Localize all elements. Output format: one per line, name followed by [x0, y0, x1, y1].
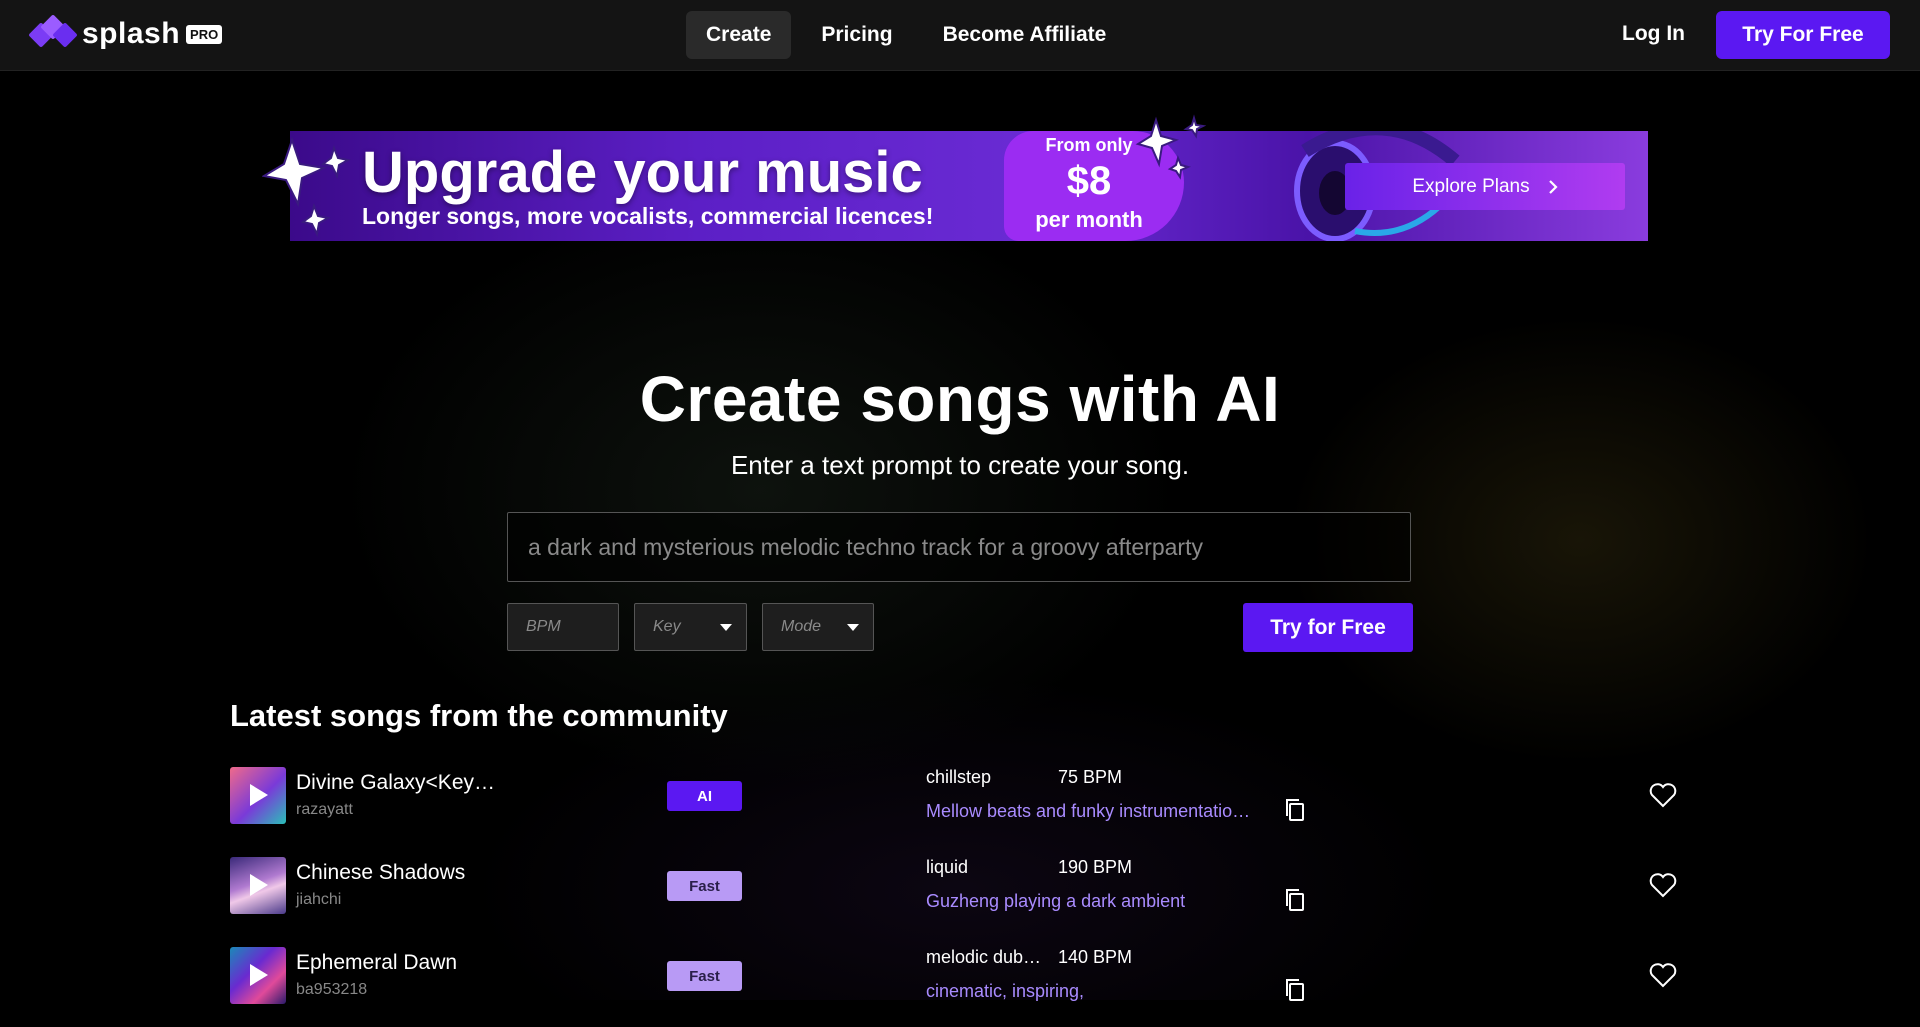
- song-description[interactable]: Mellow beats and funky instrumentatio…: [926, 801, 1250, 822]
- banner-title: Upgrade your music: [362, 140, 923, 205]
- song-row[interactable]: Chinese Shadows jiahchi Fast liquid 190 …: [0, 857, 1920, 937]
- explore-plans-label: Explore Plans: [1412, 175, 1530, 197]
- price-badge: From only $8 per month: [1004, 131, 1184, 241]
- play-icon[interactable]: [250, 874, 268, 896]
- caret-down-icon: [720, 624, 732, 631]
- try-for-free-nav-button[interactable]: Try For Free: [1716, 11, 1890, 59]
- hero-title: Create songs with AI: [639, 363, 1281, 435]
- song-user[interactable]: razayatt: [296, 801, 353, 819]
- nav-pricing[interactable]: Pricing: [801, 11, 912, 59]
- bpm-placeholder: BPM: [526, 618, 561, 635]
- price-from: From only: [1045, 135, 1133, 155]
- song-title[interactable]: Ephemeral Dawn: [296, 951, 457, 975]
- play-icon[interactable]: [250, 964, 268, 986]
- community-section-title: Latest songs from the community: [230, 698, 728, 733]
- copy-icon[interactable]: [1282, 887, 1308, 913]
- caret-down-icon: [847, 624, 859, 631]
- heart-icon[interactable]: [1649, 962, 1677, 988]
- splash-logo-icon: [28, 14, 78, 51]
- song-prompt-input[interactable]: [507, 512, 1411, 582]
- key-select[interactable]: Key: [634, 603, 747, 651]
- try-for-free-button[interactable]: Try for Free: [1243, 603, 1413, 652]
- price-amount: $8: [1066, 159, 1112, 203]
- nav-links: Create Pricing Become Affiliate: [686, 11, 1126, 59]
- song-genre: chillstep: [926, 767, 992, 787]
- song-genre: melodic dub…: [926, 947, 1042, 967]
- upgrade-banner[interactable]: Upgrade your music Longer songs, more vo…: [290, 131, 1648, 241]
- song-thumbnail[interactable]: [230, 767, 286, 824]
- play-icon[interactable]: [250, 784, 268, 806]
- song-tag: AI: [667, 781, 742, 811]
- brand-logo[interactable]: splash PRO: [28, 14, 223, 52]
- song-thumbnail[interactable]: [230, 857, 286, 914]
- song-genre: liquid: [926, 857, 969, 877]
- brand-name: splash: [82, 17, 181, 50]
- song-row[interactable]: Divine Galaxy<Key… razayatt AI chillstep…: [0, 767, 1920, 847]
- top-navbar: splash PRO Create Pricing Become Affilia…: [0, 0, 1920, 71]
- song-bpm: 140 BPM: [1058, 947, 1133, 967]
- song-tag: Fast: [667, 961, 742, 991]
- bpm-input[interactable]: BPM: [507, 603, 619, 651]
- nav-create[interactable]: Create: [686, 11, 792, 59]
- heart-icon[interactable]: [1649, 782, 1677, 808]
- nav-become-affiliate[interactable]: Become Affiliate: [923, 11, 1127, 59]
- chevron-right-icon: [1548, 179, 1558, 194]
- copy-icon[interactable]: [1282, 977, 1308, 1003]
- heart-icon[interactable]: [1649, 872, 1677, 898]
- mode-select[interactable]: Mode: [762, 603, 874, 651]
- song-bpm: 190 BPM: [1058, 857, 1133, 877]
- song-user[interactable]: ba953218: [296, 981, 367, 999]
- song-title[interactable]: Divine Galaxy<Key…: [296, 771, 495, 795]
- song-tag: Fast: [667, 871, 742, 901]
- pro-badge: PRO: [186, 24, 223, 44]
- price-period: per month: [1035, 207, 1143, 232]
- key-placeholder: Key: [653, 618, 681, 635]
- song-description[interactable]: Guzheng playing a dark ambient: [926, 891, 1185, 912]
- song-user[interactable]: jiahchi: [296, 891, 341, 909]
- explore-plans-button[interactable]: Explore Plans: [1345, 163, 1625, 210]
- login-link[interactable]: Log In: [1622, 22, 1685, 46]
- song-row[interactable]: Ephemeral Dawn ba953218 Fast melodic dub…: [0, 947, 1920, 1027]
- mode-placeholder: Mode: [781, 618, 822, 635]
- hero-subtitle: Enter a text prompt to create your song.: [730, 450, 1190, 480]
- song-bpm: 75 BPM: [1058, 767, 1123, 787]
- banner-subtitle: Longer songs, more vocalists, commercial…: [362, 203, 934, 229]
- song-title[interactable]: Chinese Shadows: [296, 861, 465, 885]
- song-thumbnail[interactable]: [230, 947, 286, 1004]
- song-description[interactable]: cinematic, inspiring,: [926, 981, 1084, 1002]
- copy-icon[interactable]: [1282, 797, 1308, 823]
